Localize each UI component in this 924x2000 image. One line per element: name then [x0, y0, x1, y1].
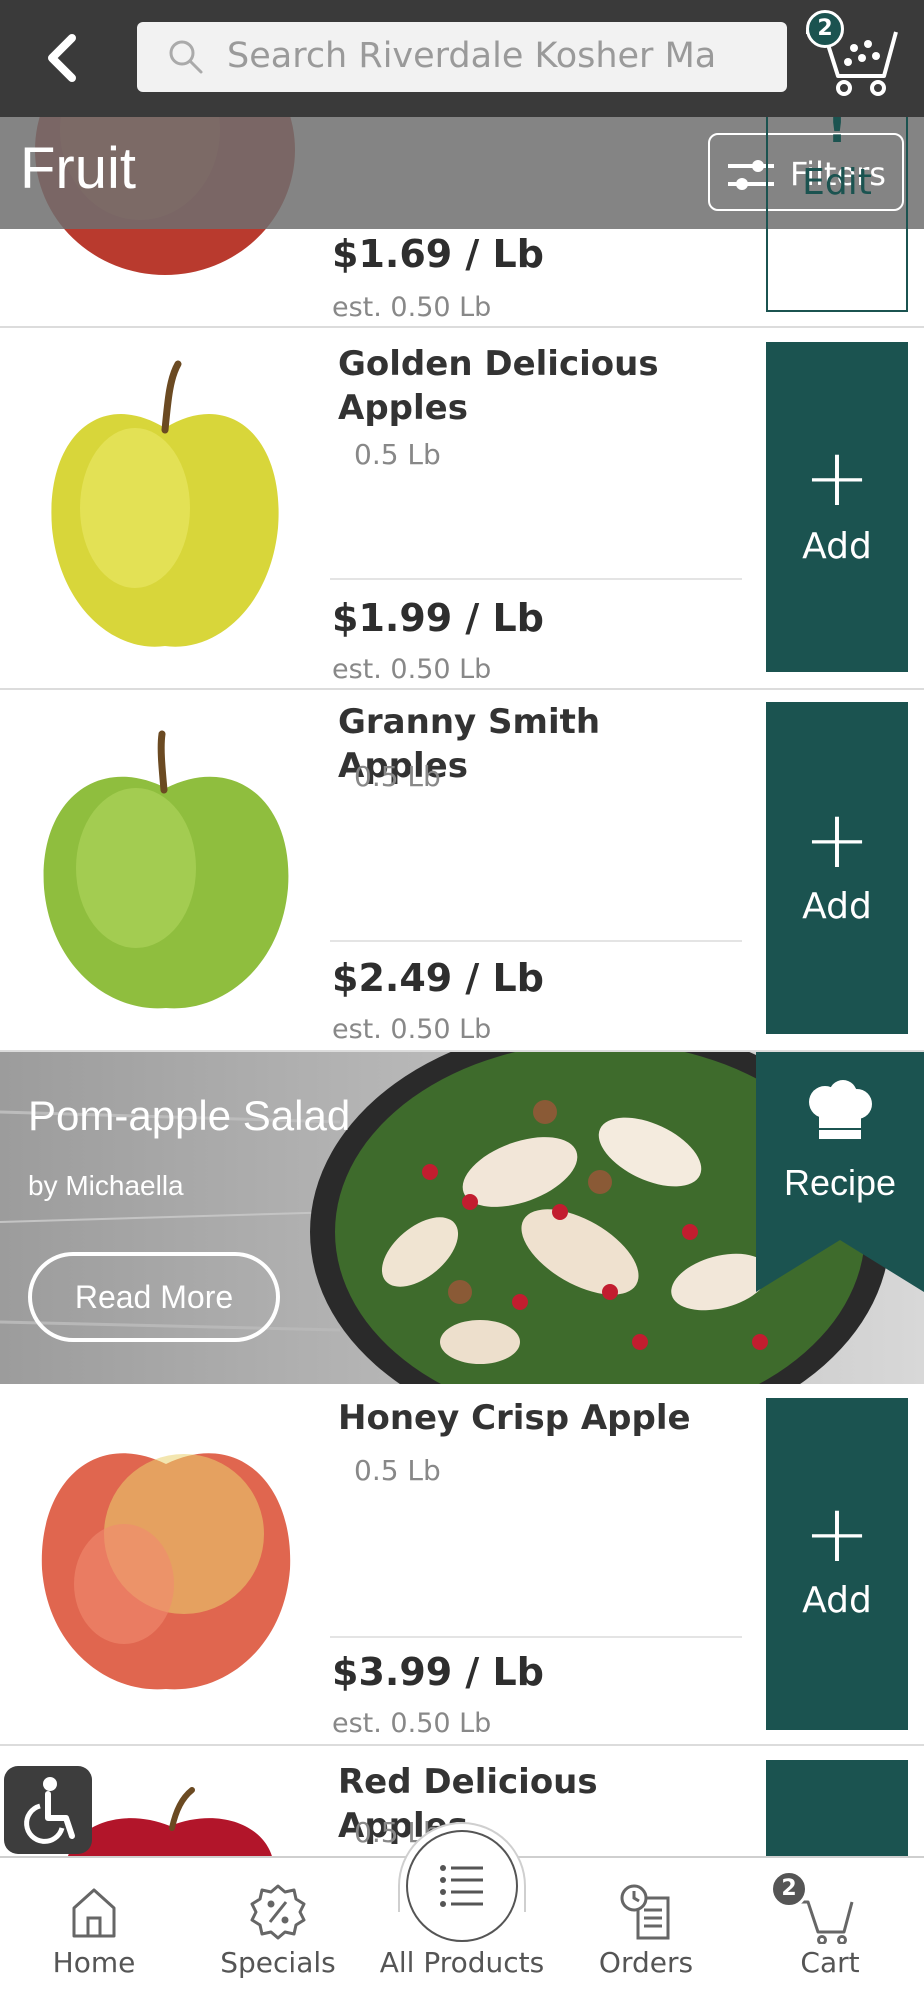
add-label: Add: [802, 1580, 872, 1621]
cart-count-badge: 2: [806, 10, 844, 48]
add-button[interactable]: [766, 1760, 908, 1870]
product-estimate: est. 0.50 Lb: [332, 292, 492, 323]
nav-home-label: Home: [52, 1946, 136, 1979]
divider: [330, 1636, 742, 1638]
add-button[interactable]: + Add: [766, 342, 908, 672]
product-price: $1.99 / Lb: [332, 596, 544, 640]
nav-orders[interactable]: Orders: [554, 1858, 738, 2000]
chevron-left-icon: [48, 34, 76, 82]
product-price: $3.99 / Lb: [332, 1650, 544, 1694]
product-image: [51, 360, 279, 647]
nav-home[interactable]: Home: [2, 1858, 186, 2000]
product-name: Golden Delicious Apples: [338, 344, 659, 428]
bottom-navigation: Home Specials All Products Orders 2 Cart: [0, 1822, 924, 2000]
search-placeholder: Search Riverdale Kosher Ma: [227, 36, 717, 76]
product-price: $2.49 / Lb: [332, 956, 544, 1000]
plus-icon: +: [803, 431, 871, 524]
plus-icon: +: [803, 1487, 871, 1580]
recipe-tag: Recipe: [756, 1052, 924, 1292]
category-title: Fruit: [20, 136, 136, 201]
nav-specials-label: Specials: [220, 1946, 336, 1979]
home-icon: [72, 1888, 116, 1938]
recipe-tag-label: Recipe: [783, 1162, 897, 1203]
product-row: Honey Crisp Apple 0.5 Lb $3.99 / Lb est.…: [0, 1384, 924, 1746]
product-quantity: 0.5 Lb: [354, 438, 441, 471]
recipe-title: Pom-apple Salad: [28, 1092, 351, 1139]
nav-specials[interactable]: Specials: [186, 1858, 370, 2000]
add-label: Add: [802, 886, 872, 927]
add-button[interactable]: + Add: [766, 1398, 908, 1730]
product-estimate: est. 0.50 Lb: [332, 1014, 492, 1045]
product-quantity: 0.5 Lb: [354, 1454, 441, 1487]
back-button[interactable]: [40, 28, 84, 88]
product-image: [41, 1453, 291, 1690]
plus-icon: +: [803, 793, 871, 886]
nav-cart[interactable]: 2 Cart: [738, 1858, 922, 2000]
chef-hat-icon: [809, 1080, 872, 1139]
nav-cart-count-badge: 2: [770, 1870, 808, 1908]
product-row: Granny Smith Apples 0.5 Lb $2.49 / Lb es…: [0, 690, 924, 1052]
add-label: Add: [802, 526, 872, 567]
nav-orders-label: Orders: [598, 1946, 694, 1979]
product-row: Golden Delicious Apples 0.5 Lb $1.99 / L…: [0, 328, 924, 690]
wheelchair-icon: [24, 1777, 75, 1844]
product-price: $1.69 / Lb: [332, 232, 544, 276]
search-input[interactable]: Search Riverdale Kosher Ma: [137, 22, 787, 92]
orders-icon: [620, 1884, 670, 1940]
add-button[interactable]: + Add: [766, 702, 908, 1034]
search-icon: [169, 40, 203, 74]
divider: [330, 940, 742, 942]
product-name: Honey Crisp Apple: [338, 1398, 691, 1438]
specials-percent-icon: [250, 1884, 306, 1940]
read-more-button[interactable]: Read More: [28, 1252, 280, 1342]
top-bar: Search Riverdale Kosher Ma 2: [0, 0, 924, 117]
product-quantity: 0.5 Lb: [354, 760, 441, 793]
recipe-banner[interactable]: Pom-apple Salad by Michaella Read More R…: [0, 1052, 924, 1384]
accessibility-button[interactable]: [4, 1766, 92, 1854]
edit-label: Edit: [802, 162, 872, 203]
nav-all-products-label: All Products: [379, 1946, 545, 1979]
recipe-author: by Michaella: [28, 1170, 184, 1201]
header-cart-button[interactable]: 2: [802, 10, 902, 100]
list-icon: [440, 1865, 483, 1907]
nav-cart-label: Cart: [800, 1946, 860, 1979]
product-estimate: est. 0.50 Lb: [332, 1708, 492, 1739]
product-estimate: est. 0.50 Lb: [332, 654, 492, 685]
product-image: [66, 1787, 274, 1866]
divider: [330, 578, 742, 580]
product-image: [43, 730, 289, 1009]
